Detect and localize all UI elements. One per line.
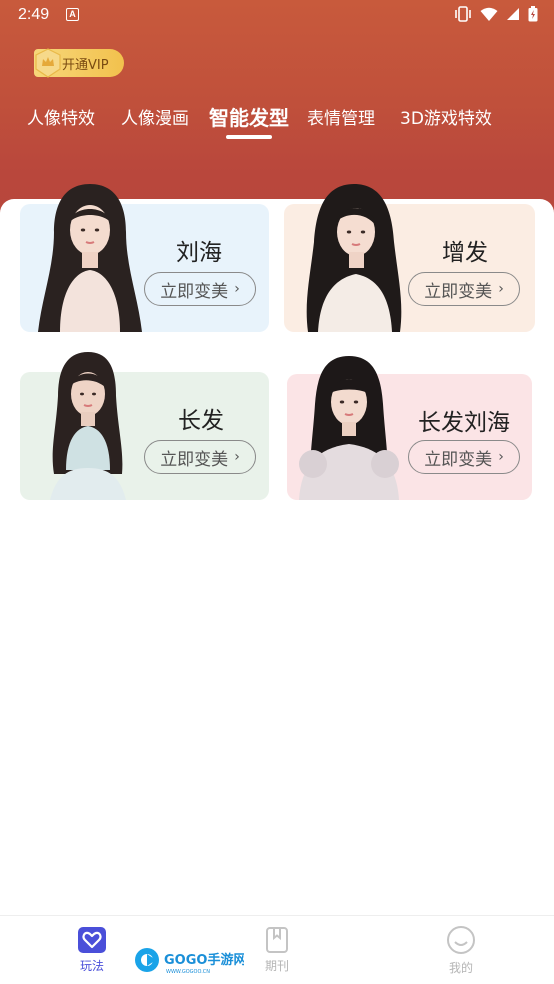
vip-crown-icon: [35, 48, 61, 78]
watermark-text: GOGO手游网: [164, 952, 244, 968]
beautify-now-button[interactable]: 立即变美 ›: [408, 272, 520, 306]
chevron-right-icon: ›: [234, 449, 240, 465]
chevron-right-icon: ›: [498, 281, 504, 297]
bottom-navigation: 玩法 期刊 我的: [0, 915, 554, 984]
nav-label: 玩法: [79, 959, 104, 973]
bookmark-icon: [266, 927, 288, 953]
site-watermark-logo: GOGO手游网 WWW.GOGOO.CN: [135, 948, 244, 975]
hairstyle-card-long-hair[interactable]: 长发 立即变美 ›: [20, 352, 269, 500]
nav-label: 我的: [448, 961, 473, 975]
tab-portrait-effects[interactable]: 人像特效: [27, 104, 95, 129]
portrait-image: [306, 184, 402, 332]
hairstyle-card-long-hair-bangs[interactable]: 长发刘海 立即变美 ›: [287, 356, 532, 500]
signal-icon: [507, 8, 519, 20]
chevron-right-icon: ›: [498, 449, 504, 465]
card-title: 增发: [442, 240, 488, 266]
card-title: 长发刘海: [418, 410, 510, 436]
nav-play[interactable]: 玩法: [62, 924, 122, 974]
beautify-now-label: 立即变美: [424, 449, 493, 470]
status-bar: 2:49 A: [0, 0, 554, 32]
card-title: 长发: [178, 408, 224, 434]
vibrate-icon: [455, 6, 471, 22]
active-tab-indicator: [226, 135, 272, 139]
hairstyle-card-volume[interactable]: 增发 立即变美 ›: [284, 184, 535, 332]
portrait-image: [299, 356, 399, 500]
vip-label: 开通VIP: [62, 57, 109, 73]
beautify-now-button[interactable]: 立即变美 ›: [144, 272, 256, 306]
hairstyle-card-bangs[interactable]: 刘海 立即变美 ›: [20, 184, 269, 332]
tab-3d-game-effects[interactable]: 3D游戏特效: [400, 104, 492, 129]
heart-icon: [78, 927, 106, 953]
tab-expression[interactable]: 表情管理: [307, 104, 375, 129]
chevron-right-icon: ›: [234, 281, 240, 297]
nav-label: 期刊: [264, 959, 289, 973]
watermark-subtext: WWW.GOGOO.CN: [166, 969, 210, 975]
notification-icon: A: [66, 8, 79, 21]
beautify-now-button[interactable]: 立即变美 ›: [144, 440, 256, 474]
beautify-now-button[interactable]: 立即变美 ›: [408, 440, 520, 474]
beautify-now-label: 立即变美: [160, 281, 229, 302]
category-tabs: 人像特效 人像漫画 智能发型 表情管理 3D游戏特效: [0, 102, 554, 142]
tab-portrait-comic[interactable]: 人像漫画: [121, 104, 189, 129]
portrait-image: [38, 184, 142, 332]
open-vip-button[interactable]: 开通VIP: [34, 48, 124, 78]
card-title: 刘海: [176, 240, 222, 266]
nav-journal[interactable]: 期刊: [247, 924, 307, 974]
beautify-now-label: 立即变美: [424, 281, 493, 302]
tab-smart-hairstyle[interactable]: 智能发型: [209, 102, 289, 131]
smile-icon: [447, 926, 475, 954]
nav-me[interactable]: 我的: [431, 924, 491, 976]
battery-icon: [528, 6, 538, 22]
status-icons: [454, 6, 538, 22]
beautify-now-label: 立即变美: [160, 449, 229, 470]
wifi-icon: [480, 7, 498, 21]
portrait-image: [50, 352, 126, 500]
status-time: 2:49: [18, 6, 50, 23]
